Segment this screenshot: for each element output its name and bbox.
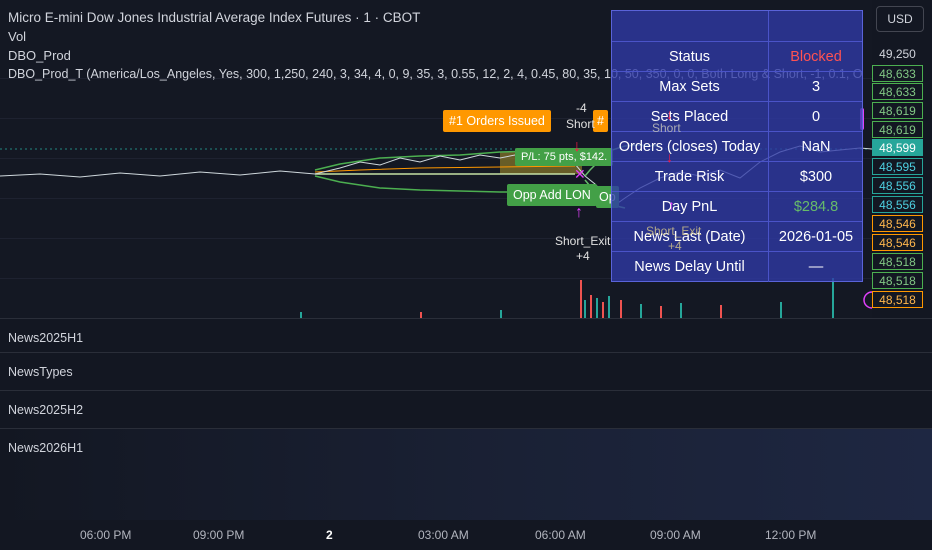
table-value: 3	[768, 72, 863, 102]
time-label: 09:00 AM	[650, 528, 701, 542]
short-marker-icon: ✕	[574, 166, 586, 182]
overlay-exit-arrow-icon: ↑	[668, 197, 675, 213]
currency-button[interactable]: USD	[876, 6, 924, 32]
price-tag: 48,619	[872, 121, 923, 138]
indicator-label-dbo-prod[interactable]: DBO_Prod	[8, 48, 71, 63]
pane-news2026h1[interactable]: News2026H1	[0, 428, 932, 521]
time-label: 09:00 PM	[193, 528, 245, 542]
overlay-short-exit-label: Short_Exit	[646, 224, 702, 238]
table-row: Sets Placed 0	[612, 101, 862, 132]
price-tag: 48,518	[872, 253, 923, 270]
pane-label: News2025H2	[8, 403, 84, 417]
price-tag: 48,595	[872, 158, 923, 175]
table-row: Orders (closes) Today NaN	[612, 131, 862, 162]
current-price-tag: 48,599	[872, 139, 923, 156]
pane-label: NewsTypes	[8, 365, 73, 379]
chart-title: Micro E-mini Dow Jones Industrial Averag…	[8, 10, 421, 25]
short-exit-count-label: +4	[576, 249, 590, 263]
pane-newstypes[interactable]: NewsTypes	[0, 352, 932, 391]
status-table: Status Blocked Max Sets 3 Sets Placed 0 …	[611, 10, 863, 282]
overlay-short-arrow-icon: ↓	[666, 106, 673, 122]
table-value: 0	[768, 102, 863, 132]
table-key: Sets Placed	[650, 109, 729, 125]
table-row: Status Blocked	[612, 41, 862, 72]
table-key: Status	[668, 49, 711, 65]
orders-issued-label-2: #	[593, 110, 608, 132]
pane-label: News2025H1	[8, 331, 84, 345]
short-exit-label: Short_Exit	[555, 234, 611, 248]
table-key: Orders (closes) Today	[618, 139, 761, 155]
time-label: 03:00 AM	[418, 528, 469, 542]
table-value: $300	[768, 162, 863, 192]
price-tag: 48,518	[872, 272, 923, 289]
time-axis[interactable]: 06:00 PM 09:00 PM 2 03:00 AM 06:00 AM 09…	[0, 520, 932, 550]
table-row: News Delay Until —	[612, 251, 862, 282]
table-value: $284.8	[768, 192, 863, 222]
price-tag: 48,546	[872, 234, 923, 251]
price-tag: 48,633	[872, 83, 923, 100]
orders-issued-label: #1 Orders Issued	[443, 110, 551, 132]
price-tag: 48,518	[872, 291, 923, 308]
price-tag: 48,619	[872, 102, 923, 119]
time-label-day: 2	[326, 528, 333, 542]
pane-news2025h1[interactable]: News2025H1	[0, 318, 932, 353]
price-tag: 48,633	[872, 65, 923, 82]
table-row: Day PnL $284.8	[612, 191, 862, 222]
table-value: 2026-01-05	[768, 222, 863, 252]
time-label: 06:00 AM	[535, 528, 586, 542]
volume-bars	[300, 278, 834, 318]
price-tag: 48,556	[872, 177, 923, 194]
table-key: Trade Risk	[654, 169, 725, 185]
table-value: —	[768, 252, 863, 282]
table-header-row	[612, 11, 862, 41]
short-arrow-icon: ↓	[573, 138, 581, 155]
table-key: Day PnL	[661, 199, 718, 215]
table-value: NaN	[768, 132, 863, 162]
table-key: News Delay Until	[634, 259, 745, 275]
pnl-label: P/L: 75 pts, $142.	[515, 148, 614, 166]
table-key: Max Sets	[659, 79, 720, 95]
pane-label: News2026H1	[8, 441, 84, 455]
short-label: Short	[566, 117, 595, 131]
overlay-short-arrow-2-icon: ↓	[666, 149, 673, 165]
volume-indicator-label[interactable]: Vol	[8, 29, 26, 44]
short-count-label: -4	[576, 101, 587, 115]
overlay-short-label: Short	[652, 121, 681, 135]
pane-news2025h2[interactable]: News2025H2	[0, 390, 932, 429]
price-axis-label: 49,250	[872, 46, 923, 63]
opp-add-long-label: Opp Add LON	[507, 184, 597, 206]
price-tag: 48,546	[872, 215, 923, 232]
time-label: 12:00 PM	[765, 528, 817, 542]
exit-arrow-icon: ↑	[575, 204, 583, 221]
table-row: Max Sets 3	[612, 71, 862, 102]
table-value: Blocked	[768, 42, 863, 72]
price-tag: 48,556	[872, 196, 923, 213]
table-row: Trade Risk $300	[612, 161, 862, 192]
time-label: 06:00 PM	[80, 528, 132, 542]
overlay-short-exit-count: +4	[668, 239, 682, 253]
